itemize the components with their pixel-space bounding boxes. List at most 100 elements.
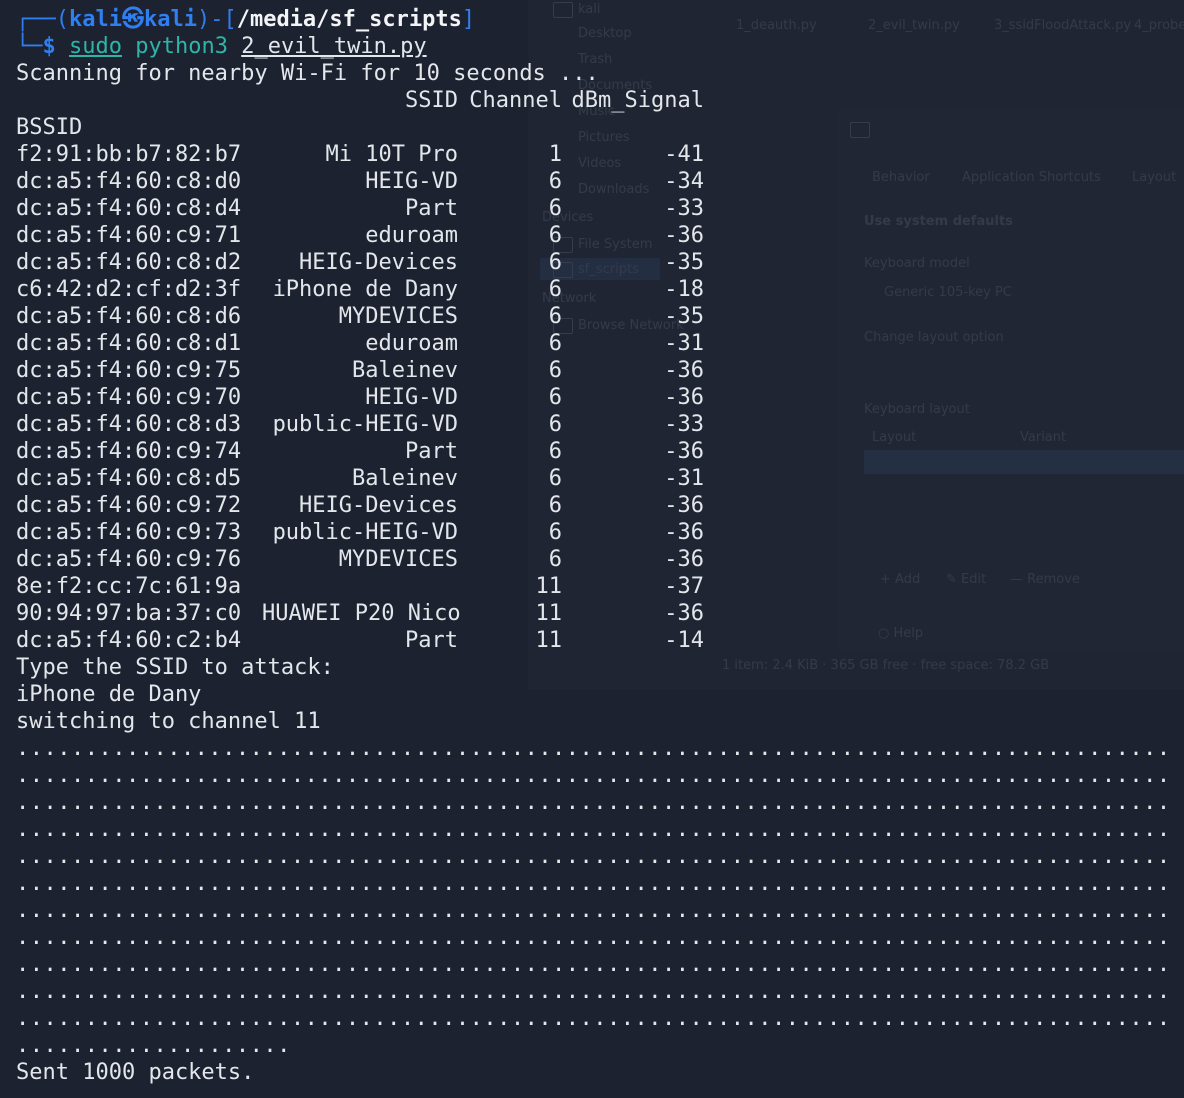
table-row: dc:a5:f4:60:c8:d1 eduroam 6 -31 [16, 330, 1174, 357]
progress-line: .................... [16, 1033, 291, 1058]
progress-line: ........................................… [16, 898, 1174, 923]
bssid-cell: dc:a5:f4:60:c2:b4 [16, 628, 242, 653]
network-table: f2:91:bb:b7:82:b7 Mi 10T Pro 1 -41 dc:a5:f4:… [16, 141, 1174, 654]
channel-cell: 6 [548, 547, 562, 572]
sent-message: Sent 1000 packets. [16, 1060, 255, 1085]
ssid-cell: Baleinev [352, 466, 458, 491]
channel-cell: 1 [548, 142, 562, 167]
prompt-frame: ┌──( [16, 7, 69, 32]
ssid-cell: HUAWEI P20 Nico [262, 601, 461, 626]
table-row: dc:a5:f4:60:c8:d3 public-HEIG-VD 6 -33 [16, 411, 1174, 438]
table-row: f2:91:bb:b7:82:b7 Mi 10T Pro 1 -41 [16, 141, 1174, 168]
signal-cell: -36 [664, 385, 704, 410]
ssid-cell: public-HEIG-VD [272, 412, 458, 437]
ssid-cell: Part [405, 196, 458, 221]
bssid-cell: f2:91:bb:b7:82:b7 [16, 142, 242, 167]
signal-cell: -18 [664, 277, 704, 302]
channel-cell: 6 [548, 385, 562, 410]
terminal-output[interactable]: ┌──(kali㉿kali)-[/media/sf_scripts] └─$ s… [16, 6, 1174, 1086]
command-script-arg: 2_evil_twin.py [241, 34, 427, 59]
bssid-cell: dc:a5:f4:60:c9:73 [16, 520, 242, 545]
channel-cell: 6 [548, 277, 562, 302]
signal-cell: -37 [664, 574, 704, 599]
bssid-cell: dc:a5:f4:60:c8:d3 [16, 412, 242, 437]
channel-header: Channel [469, 88, 562, 113]
signal-cell: -33 [664, 412, 704, 437]
progress-line: ........................................… [16, 763, 1174, 788]
table-row: dc:a5:f4:60:c9:73 public-HEIG-VD 6 -36 [16, 519, 1174, 546]
command-interpreter: python3 [135, 34, 228, 59]
signal-cell: -36 [664, 547, 704, 572]
attack-prompt: Type the SSID to attack: [16, 655, 334, 680]
packet-progress: ........................................… [16, 735, 1174, 1059]
prompt-frame: )-[ [196, 7, 237, 32]
table-row: dc:a5:f4:60:c9:75 Baleinev 6 -36 [16, 357, 1174, 384]
table-header: SSID Channel dBm_Signal [16, 87, 1174, 114]
progress-line: ........................................… [16, 1006, 1174, 1031]
signal-cell: -36 [664, 439, 704, 464]
progress-line: ........................................… [16, 790, 1174, 815]
bssid-cell: dc:a5:f4:60:c8:d0 [16, 169, 242, 194]
table-row: dc:a5:f4:60:c8:d5 Baleinev 6 -31 [16, 465, 1174, 492]
progress-line: ........................................… [16, 979, 1174, 1004]
ssid-cell: iPhone de Dany [272, 277, 458, 302]
signal-cell: -31 [664, 466, 704, 491]
ssid-cell: MYDEVICES [338, 547, 458, 572]
ssid-cell: eduroam [365, 331, 458, 356]
ssid-header: SSID [405, 88, 458, 113]
signal-cell: -35 [664, 304, 704, 329]
signal-cell: -31 [664, 331, 704, 356]
ssid-cell: HEIG-Devices [299, 250, 458, 275]
ssid-cell: Part [405, 439, 458, 464]
table-row: 8e:f2:cc:7c:61:9a 11 -37 [16, 573, 1174, 600]
progress-line: ........................................… [16, 736, 1174, 761]
channel-cell: 6 [548, 520, 562, 545]
command-sudo: sudo [69, 34, 122, 59]
signal-cell: -36 [664, 358, 704, 383]
signal-cell: -33 [664, 196, 704, 221]
signal-cell: -35 [664, 250, 704, 275]
ssid-cell: HEIG-VD [365, 169, 458, 194]
ssid-cell: Mi 10T Pro [325, 142, 458, 167]
progress-line: ........................................… [16, 844, 1174, 869]
ssid-cell: HEIG-Devices [299, 493, 458, 518]
bssid-cell: c6:42:d2:cf:d2:3f [16, 277, 242, 302]
table-row: dc:a5:f4:60:c9:71 eduroam 6 -36 [16, 222, 1174, 249]
prompt-frame: └─ [16, 34, 43, 59]
bssid-cell: dc:a5:f4:60:c9:70 [16, 385, 242, 410]
signal-cell: -14 [664, 628, 704, 653]
channel-cell: 6 [548, 304, 562, 329]
bssid-cell: dc:a5:f4:60:c8:d2 [16, 250, 242, 275]
bssid-cell: 8e:f2:cc:7c:61:9a [16, 574, 242, 599]
progress-line: ........................................… [16, 952, 1174, 977]
signal-cell: -36 [664, 223, 704, 248]
command-line: └─$ sudo python3 2_evil_twin.py [16, 33, 1174, 60]
signal-cell: -36 [664, 520, 704, 545]
table-row: dc:a5:f4:60:c8:d4 Part 6 -33 [16, 195, 1174, 222]
channel-cell: 6 [548, 439, 562, 464]
user-input-line: iPhone de Dany [16, 682, 202, 707]
bssid-cell: dc:a5:f4:60:c8:d6 [16, 304, 242, 329]
bssid-cell: dc:a5:f4:60:c9:75 [16, 358, 242, 383]
prompt-user-host: kali㉿kali [68, 7, 197, 32]
channel-cell: 6 [548, 493, 562, 518]
bssid-cell: dc:a5:f4:60:c9:72 [16, 493, 242, 518]
prompt-dollar: $ [42, 34, 56, 59]
ssid-cell: public-HEIG-VD [272, 520, 458, 545]
channel-cell: 6 [548, 169, 562, 194]
channel-cell: 11 [535, 574, 563, 599]
prompt-frame: ] [461, 7, 476, 32]
prompt-line: ┌──(kali㉿kali)-[/media/sf_scripts] [16, 6, 1174, 33]
bssid-cell: dc:a5:f4:60:c8:d4 [16, 196, 242, 221]
bssid-cell: dc:a5:f4:60:c8:d5 [16, 466, 242, 491]
channel-cell: 6 [548, 358, 562, 383]
channel-cell: 11 [535, 601, 563, 626]
progress-line: ........................................… [16, 817, 1174, 842]
prompt-path: /media/sf_scripts [236, 7, 462, 32]
index-header: BSSID [16, 115, 83, 140]
channel-cell: 11 [535, 628, 563, 653]
bssid-cell: dc:a5:f4:60:c9:76 [16, 547, 242, 572]
signal-cell: -36 [664, 493, 704, 518]
bssid-cell: dc:a5:f4:60:c9:74 [16, 439, 242, 464]
table-row: dc:a5:f4:60:c8:d2 HEIG-Devices 6 -35 [16, 249, 1174, 276]
